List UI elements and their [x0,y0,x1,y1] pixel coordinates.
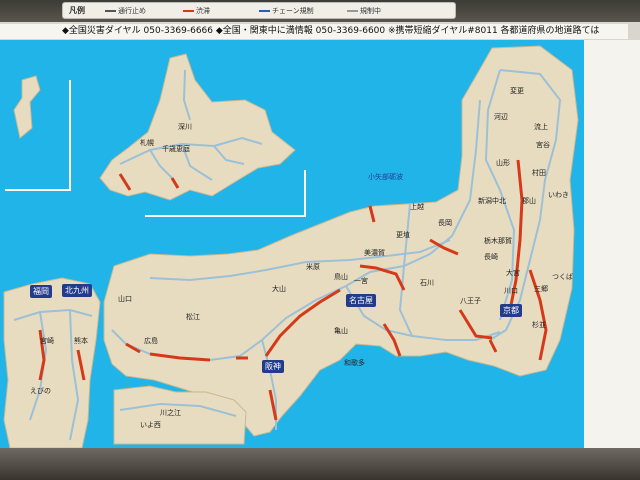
region-label-osaka: 阪神 [262,360,284,373]
city-label: 変更 [510,87,524,95]
city-label: 河辺 [494,113,508,121]
city-label: 美濃賀 [364,249,385,257]
city-label: 千歳恵庭 [162,145,190,153]
right-margin [584,40,640,448]
traffic-map[interactable]: 福岡 北九州 名古屋 阪神 京都 変更 河辺 流上 宮谷 山形 村田 新潟中北 … [0,40,584,448]
city-label: 八王子 [460,297,481,305]
city-label: 新潟中北 [478,197,506,205]
city-label: 栃木那賀 [484,237,512,245]
city-label: 広島 [144,337,158,345]
city-label: 三郷 [534,285,548,293]
city-label: 郡山 [522,197,536,205]
legend-item-congestion: 渋滞 [183,6,210,16]
city-label: いよ西 [140,421,161,429]
city-label: 更埴 [396,231,410,239]
region-label-kitakyushu: 北九州 [62,284,92,297]
city-label: 深川 [178,123,192,131]
city-label: 米原 [306,263,320,271]
city-label: 大山 [272,285,286,293]
city-label: 札幌 [140,139,154,147]
hokkaido-land [99,53,296,201]
legend-box: 凡例 通行止め 渋滞 チェーン規制 規制中 [62,2,456,19]
city-label: 石川 [420,279,434,287]
city-label: 上越 [410,203,424,211]
city-label: 熊本 [74,337,88,345]
city-label: 山口 [118,295,132,303]
city-label: つくば [552,273,573,281]
bottom-photo-strip [0,448,640,480]
city-label: 亀山 [334,327,348,335]
city-label: 長岡 [438,219,452,227]
city-label: 山形 [496,159,510,167]
city-label: 一宮 [354,277,368,285]
region-label-fukuoka: 福岡 [30,285,52,298]
city-label: 小矢部砺波 [368,173,403,181]
info-ticker: ◆全国災害ダイヤル 050-3369-6666 ◆全国・関東中に満情報 050-… [0,24,628,39]
city-label: 流上 [534,123,548,131]
city-label: えびの [30,387,51,395]
legend-item-restriction: 規制中 [347,6,381,16]
legend-item-chain: チェーン規制 [259,6,314,16]
city-label: 松江 [186,313,200,321]
legend-item-closed: 通行止め [105,6,146,16]
city-label: いわき [548,191,569,199]
city-label: 川口 [504,287,518,295]
inset-line-okinawa [5,80,71,191]
kyushu-land [3,277,101,448]
okinawa-land [13,75,41,139]
region-label-kyoto: 京都 [500,304,522,317]
region-label-nagoya: 名古屋 [346,294,376,307]
city-label: 宮谷 [536,141,550,149]
city-label: 大宮 [506,269,520,277]
city-label: 和歌多 [344,359,365,367]
city-label: 杉並 [532,321,546,329]
city-label: 鳥山 [334,273,348,281]
city-label: 村田 [532,169,546,177]
browser-top-bar: 凡例 通行止め 渋滞 チェーン規制 規制中 [0,0,640,22]
city-label: 長崎 [484,253,498,261]
city-label: 川之江 [160,409,181,417]
city-label: 宮崎 [40,337,54,345]
legend-title: 凡例 [69,6,85,15]
